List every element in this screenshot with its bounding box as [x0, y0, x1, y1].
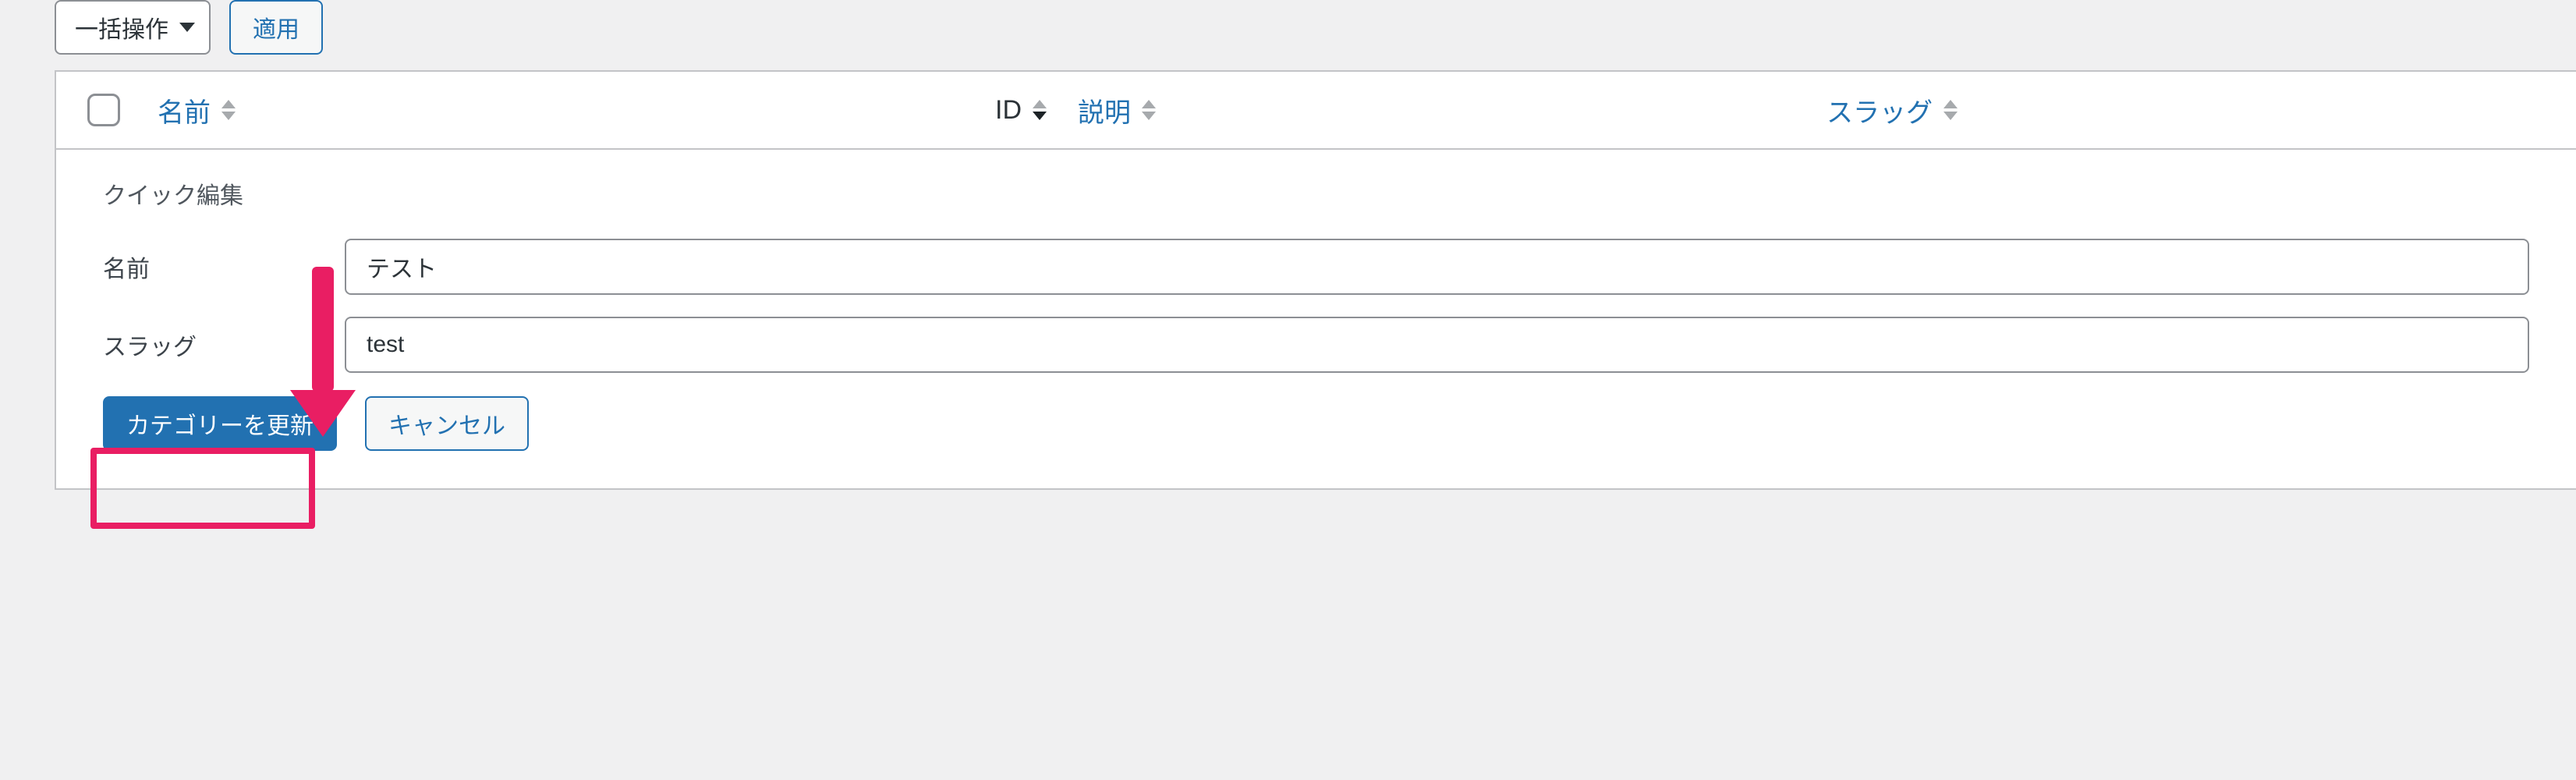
category-table: 名前 ID 説明 スラッグ — [55, 70, 2576, 490]
bulk-action-select[interactable]: 一括操作 — [55, 0, 211, 55]
column-header-name-label: 名前 — [158, 91, 211, 129]
column-header-description[interactable]: 説明 — [1078, 91, 1156, 129]
column-header-id[interactable]: ID — [995, 95, 1047, 126]
column-header-description-label: 説明 — [1078, 91, 1131, 129]
quick-edit-slug-input[interactable] — [345, 317, 2529, 373]
annotation-highlight — [90, 448, 315, 529]
quick-edit-slug-row: スラッグ — [103, 317, 2529, 373]
sort-icon — [1944, 100, 1958, 120]
column-header-name[interactable]: 名前 — [158, 91, 236, 129]
cancel-button[interactable]: キャンセル — [365, 396, 529, 451]
cancel-button-label: キャンセル — [388, 406, 505, 441]
column-header-slug[interactable]: スラッグ — [1827, 91, 1958, 129]
sort-icon — [1142, 100, 1156, 120]
update-category-button-label: カテゴリーを更新 — [126, 406, 314, 441]
bulk-action-select-label: 一括操作 — [75, 10, 168, 44]
update-category-button[interactable]: カテゴリーを更新 — [103, 396, 337, 451]
quick-edit-name-label: 名前 — [103, 250, 345, 284]
select-all-checkbox[interactable] — [87, 94, 120, 126]
quick-edit-slug-label: スラッグ — [103, 328, 345, 362]
column-header-slug-label: スラッグ — [1827, 91, 1933, 129]
column-checkbox — [87, 94, 158, 126]
apply-button[interactable]: 適用 — [229, 0, 323, 55]
apply-button-label: 適用 — [253, 10, 299, 44]
quick-edit-panel: クイック編集 名前 スラッグ カテゴリーを更新 キャンセル — [56, 150, 2576, 488]
quick-edit-title: クイック編集 — [103, 176, 2529, 211]
column-header-id-label: ID — [995, 95, 1022, 126]
quick-edit-name-row: 名前 — [103, 239, 2529, 295]
sort-icon — [1033, 100, 1047, 120]
quick-edit-actions: カテゴリーを更新 キャンセル — [103, 396, 2529, 451]
quick-edit-name-input[interactable] — [345, 239, 2529, 295]
table-header-row: 名前 ID 説明 スラッグ — [56, 72, 2576, 150]
bulk-actions-bar: 一括操作 適用 — [0, 0, 2576, 70]
chevron-down-icon — [179, 23, 195, 32]
sort-icon — [221, 100, 236, 120]
